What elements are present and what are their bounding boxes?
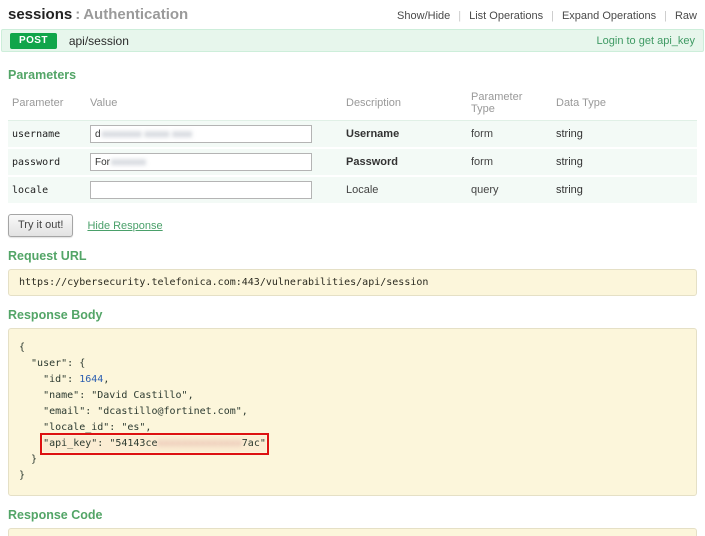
id-key: "id": (19, 374, 79, 385)
username-value-visible: d (95, 129, 101, 140)
parameters-table: Parameter Value Description Parameter Ty… (8, 88, 697, 205)
param-description: Username (342, 121, 467, 149)
param-type: query (467, 176, 552, 204)
api-key-suffix: 7ac" (242, 438, 266, 449)
code-line-api-key: "api_key": "54143cexxxxxxxxxxxxxx7ac" (19, 436, 686, 452)
code-line: } (19, 468, 686, 484)
column-value: Value (86, 88, 342, 121)
code-line: "email": "dcastillo@fortinet.com", (19, 404, 686, 420)
code-line: } (19, 452, 686, 468)
param-description: Password (342, 148, 467, 176)
param-name-username: username (8, 121, 86, 149)
endpoint-bar[interactable]: POST api/session Login to get api_key (1, 29, 704, 52)
method-badge: POST (10, 33, 57, 49)
column-data-type: Data Type (552, 88, 697, 121)
resource-header: sessions:Authentication Show/Hide | List… (0, 0, 705, 28)
expand-operations-link[interactable]: Expand Operations (554, 10, 664, 22)
code-line-id: "id": 1644, (19, 372, 686, 388)
response-code-block: 201 (8, 528, 697, 536)
resource-description: Authentication (83, 6, 188, 23)
submit-row: Try it out! Hide Response (8, 214, 697, 237)
param-name-locale: locale (8, 176, 86, 204)
table-row: username dxxxxxxxx xxxxx xxxx Username f… (8, 121, 697, 149)
response-body-heading: Response Body (8, 308, 697, 322)
request-url-block: https://cybersecurity.telefonica.com:443… (8, 269, 697, 296)
password-value-redacted: xxxxxxx (111, 157, 146, 168)
try-it-out-button[interactable]: Try it out! (8, 214, 73, 237)
response-code-heading: Response Code (8, 508, 697, 522)
param-description: Locale (342, 176, 467, 204)
api-key-prefix: "api_key": "54143ce (43, 438, 157, 449)
param-type: form (467, 121, 552, 149)
login-to-get-api-key-link[interactable]: Login to get api_key (597, 35, 695, 47)
param-type: form (467, 148, 552, 176)
username-value-redacted: xxxxxxxx xxxxx xxxx (102, 129, 193, 140)
column-parameter: Parameter (8, 88, 86, 121)
resource-title: sessions:Authentication (8, 6, 188, 23)
api-key-highlight-box: "api_key": "54143cexxxxxxxxxxxxxx7ac" (43, 436, 266, 452)
response-body-block: { "user": { "id": 1644, "name": "David C… (8, 328, 697, 496)
id-number: 1644 (79, 374, 103, 385)
table-row: locale Locale query string (8, 176, 697, 204)
password-input[interactable]: Forxxxxxxx (90, 153, 312, 171)
api-key-indent (19, 438, 43, 449)
request-url-value: https://cybersecurity.telefonica.com:443… (19, 277, 428, 288)
list-operations-link[interactable]: List Operations (461, 10, 551, 22)
password-value-visible: For (95, 157, 110, 168)
resource-colon: : (75, 6, 80, 23)
parameters-heading: Parameters (8, 68, 697, 82)
parameters-header-row: Parameter Value Description Parameter Ty… (8, 88, 697, 121)
request-url-heading: Request URL (8, 249, 697, 263)
param-data-type: string (552, 148, 697, 176)
code-line: "locale_id": "es", (19, 420, 686, 436)
param-name-password: password (8, 148, 86, 176)
locale-input[interactable] (90, 181, 312, 199)
column-parameter-type: Parameter Type (467, 88, 552, 121)
code-line: "user": { (19, 356, 686, 372)
param-data-type: string (552, 121, 697, 149)
swagger-page: sessions:Authentication Show/Hide | List… (0, 0, 705, 536)
table-row: password Forxxxxxxx Password form string (8, 148, 697, 176)
param-data-type: string (552, 176, 697, 204)
username-input[interactable]: dxxxxxxxx xxxxx xxxx (90, 125, 312, 143)
operation-content: Parameters Parameter Value Description P… (0, 52, 705, 536)
column-description: Description (342, 88, 467, 121)
hide-response-link[interactable]: Hide Response (87, 220, 162, 232)
show-hide-link[interactable]: Show/Hide (389, 10, 458, 22)
resource-controls: Show/Hide | List Operations | Expand Ope… (389, 10, 697, 22)
endpoint-path: api/session (69, 34, 129, 48)
api-key-redacted: xxxxxxxxxxxxxx (157, 438, 241, 449)
id-suffix: , (103, 374, 109, 385)
raw-link[interactable]: Raw (667, 10, 697, 22)
resource-name: sessions (8, 6, 72, 23)
code-line: { (19, 340, 686, 356)
code-line: "name": "David Castillo", (19, 388, 686, 404)
